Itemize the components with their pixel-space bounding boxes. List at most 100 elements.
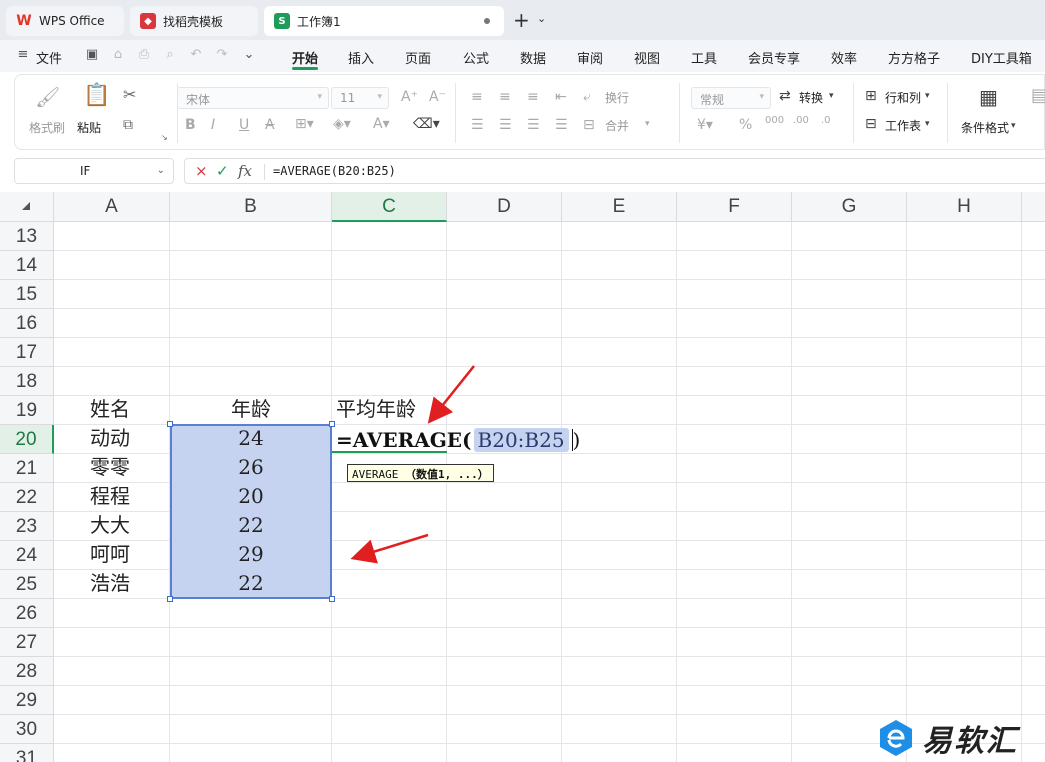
arrow-to-range-icon: [350, 533, 429, 564]
fill-color-icon[interactable]: ◈▾: [333, 116, 351, 132]
menu-page[interactable]: 页面: [405, 48, 431, 67]
italic-icon[interactable]: I: [211, 117, 215, 133]
row-col-button[interactable]: 行和列: [885, 89, 921, 106]
menu-data[interactable]: 数据: [520, 48, 546, 67]
merge-button[interactable]: 合并: [605, 117, 629, 134]
align-top-icon[interactable]: ≡: [471, 89, 483, 105]
tab-templates[interactable]: ◆ 找稻壳模板: [130, 6, 258, 36]
number-format-value: 常规: [700, 93, 725, 107]
border-icon[interactable]: ⊞▾: [295, 116, 314, 132]
chevron-down-icon[interactable]: ▾: [829, 91, 834, 101]
chevron-down-icon[interactable]: ⌄: [242, 48, 256, 62]
chevron-down-icon[interactable]: ▾: [925, 119, 930, 129]
undo-icon[interactable]: ↶: [189, 48, 203, 62]
annotation-arrows: [350, 365, 475, 564]
menu-file[interactable]: 文件: [36, 48, 62, 67]
worksheet-icon[interactable]: ⊟: [865, 116, 877, 132]
unsaved-dot-icon[interactable]: [484, 18, 490, 24]
cut-icon[interactable]: ✂: [123, 85, 136, 104]
format-painter-label[interactable]: 格式刷: [29, 119, 65, 136]
watermark-text: 易软汇: [922, 724, 1018, 759]
menu-efficiency[interactable]: 效率: [831, 48, 857, 67]
menu-member[interactable]: 会员专享: [748, 48, 800, 67]
copy-icon[interactable]: ⧉: [123, 117, 133, 133]
convert-icon[interactable]: ⇄: [779, 88, 791, 104]
font-size-select[interactable]: 11 ▾: [331, 87, 389, 109]
conditional-format-button[interactable]: 条件格式: [961, 119, 1009, 136]
wrap-icon[interactable]: ⤶: [583, 89, 591, 105]
tab-wps-office[interactable]: W WPS Office: [6, 6, 124, 36]
paste-icon[interactable]: 📋: [83, 83, 110, 108]
font-name-select[interactable]: 宋体 ▾: [177, 87, 329, 109]
clipboard-expand-icon[interactable]: ↘: [161, 133, 168, 142]
chevron-down-icon: ▾: [759, 92, 764, 102]
underline-icon[interactable]: U: [239, 117, 249, 133]
align-center-icon[interactable]: ☰: [499, 117, 512, 133]
format-painter-icon[interactable]: 🖌: [35, 85, 60, 109]
spreadsheet-grid[interactable]: A B C D E F G H 13 14 15 16 17 18 19 20 21 22 23 24…: [0, 192, 1045, 762]
name-box[interactable]: IF ⌄: [14, 158, 174, 184]
chevron-down-icon[interactable]: ▾: [645, 119, 650, 129]
align-middle-icon[interactable]: ≡: [499, 89, 511, 105]
chevron-down-icon[interactable]: ▾: [1011, 121, 1016, 131]
number-format-select[interactable]: 常规 ▾: [691, 87, 771, 109]
conditional-format-icon[interactable]: ▦: [979, 85, 998, 109]
save-icon[interactable]: ▣: [85, 48, 99, 62]
menu-fangfang[interactable]: 方方格子: [888, 48, 940, 67]
menu-tools[interactable]: 工具: [691, 48, 717, 67]
tab-workbook[interactable]: S 工作簿1: [264, 6, 504, 36]
tab-bar: W WPS Office ◆ 找稻壳模板 S 工作簿1 + ⌄: [0, 0, 1045, 40]
print-icon[interactable]: ⎙: [137, 48, 151, 62]
row-col-icon[interactable]: ⊞: [865, 88, 877, 104]
menu-insert[interactable]: 插入: [348, 48, 374, 67]
hamburger-icon[interactable]: ≡: [16, 48, 30, 62]
font-shrink-icon[interactable]: A⁻: [429, 89, 446, 105]
menu-formula[interactable]: 公式: [463, 48, 489, 67]
bold-icon[interactable]: B: [185, 117, 196, 133]
menu-view[interactable]: 视图: [634, 48, 660, 67]
wrap-text-button[interactable]: 换行: [605, 89, 629, 106]
cancel-icon[interactable]: ×: [195, 162, 208, 180]
convert-button[interactable]: 转换: [799, 89, 823, 106]
print-preview-icon[interactable]: ⌕: [163, 48, 177, 62]
align-right-icon[interactable]: ☰: [527, 117, 540, 133]
tab-label: 工作簿1: [297, 14, 341, 29]
menu-home[interactable]: 开始: [292, 48, 318, 67]
redo-icon[interactable]: ↷: [215, 48, 229, 62]
docer-icon: ◆: [140, 13, 156, 29]
font-color-icon[interactable]: A▾: [373, 116, 390, 132]
merge-icon[interactable]: ⊟: [583, 117, 595, 133]
arrow-to-formula-icon: [427, 365, 475, 424]
menu-review[interactable]: 审阅: [577, 48, 603, 67]
paste-button[interactable]: 粘贴: [77, 119, 101, 136]
chevron-down-icon[interactable]: ▾: [925, 91, 930, 101]
font-grow-icon[interactable]: A⁺: [401, 89, 418, 105]
insert-function-icon[interactable]: fx: [238, 162, 252, 180]
font-size-value: 11: [340, 91, 356, 105]
formula-input[interactable]: =AVERAGE(B20:B25): [273, 164, 396, 178]
justify-icon[interactable]: ☰: [555, 117, 568, 133]
formula-bar[interactable]: × ✓ fx =AVERAGE(B20:B25): [184, 158, 1045, 184]
share-icon[interactable]: ⌂: [111, 48, 125, 62]
chevron-down-icon[interactable]: ⌄: [157, 165, 165, 176]
chevron-down-icon[interactable]: ⌄: [537, 12, 546, 25]
align-bottom-icon[interactable]: ≡: [527, 89, 539, 105]
increase-decimal-icon[interactable]: .00: [793, 115, 809, 126]
worksheet-button[interactable]: 工作表: [885, 117, 921, 134]
chevron-down-icon: ▾: [317, 92, 322, 102]
currency-icon[interactable]: ¥▾: [697, 117, 713, 133]
menu-diy-toolbox[interactable]: DIY工具箱: [971, 48, 1032, 67]
indent-decrease-icon[interactable]: ⇤: [555, 89, 567, 105]
new-tab-icon[interactable]: +: [513, 8, 530, 32]
percent-icon[interactable]: %: [739, 117, 752, 133]
strikethrough-icon[interactable]: A: [265, 117, 275, 133]
table-style-icon[interactable]: ▤: [1031, 85, 1045, 106]
wps-logo-icon: W: [16, 13, 32, 29]
name-box-value: IF: [80, 164, 91, 178]
decrease-decimal-icon[interactable]: .0: [821, 115, 831, 126]
align-left-icon[interactable]: ☰: [471, 117, 484, 133]
confirm-icon[interactable]: ✓: [216, 162, 229, 180]
font-name-value: 宋体: [186, 93, 211, 107]
eraser-icon[interactable]: ⌫▾: [413, 116, 440, 132]
thousands-icon[interactable]: 000: [765, 115, 784, 126]
